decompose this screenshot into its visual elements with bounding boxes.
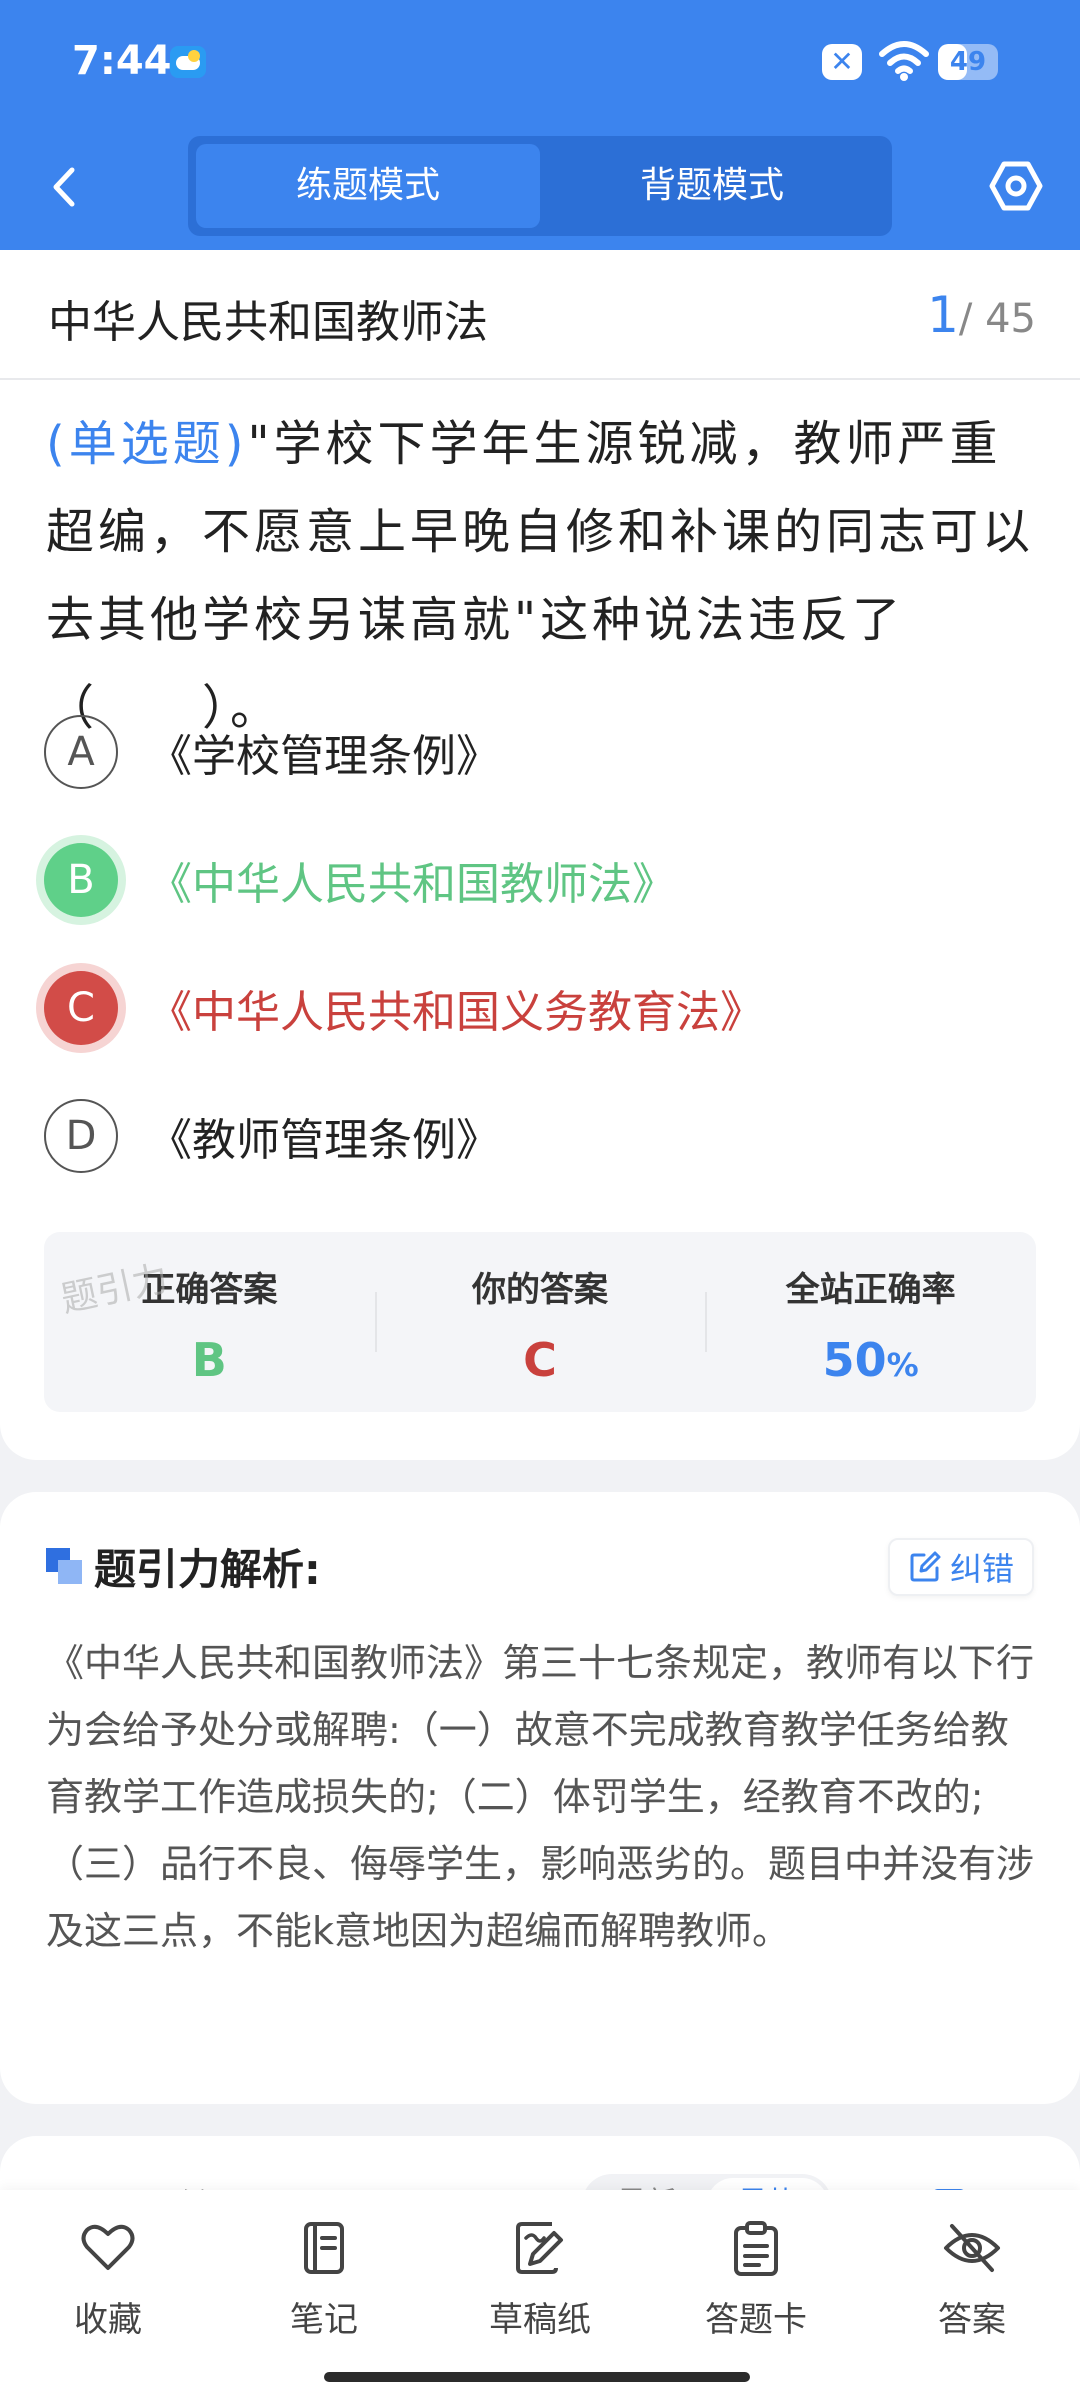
- nav-answer-card-label: 答题卡: [705, 2300, 807, 2340]
- site-correct-rate-value: 50%: [705, 1333, 1036, 1387]
- your-answer: 你的答案 C: [374, 1232, 706, 1412]
- nav-notes[interactable]: 笔记: [216, 2190, 432, 2400]
- section-title: 中华人民共和国教师法: [48, 297, 488, 348]
- question-progress: 1/ 45: [927, 286, 1036, 344]
- bottom-nav: 收藏 笔记 草稿纸 答题卡 答案: [0, 2190, 1080, 2400]
- app-header: 练题模式 背题模式: [0, 126, 1080, 250]
- nav-notes-label: 笔记: [290, 2300, 358, 2340]
- option-text: 《学校管理条例》: [148, 731, 500, 782]
- report-error-button[interactable]: 纠错: [887, 1538, 1034, 1596]
- nav-answer-label: 答案: [938, 2300, 1006, 2340]
- tab-practice-mode[interactable]: 练题模式: [196, 144, 540, 228]
- settings-icon[interactable]: [988, 158, 1044, 214]
- rate-number: 50: [822, 1333, 887, 1387]
- nav-favorite-label: 收藏: [74, 2300, 142, 2340]
- option-text: 《教师管理条例》: [148, 1115, 500, 1166]
- question-text: (单选题)"学校下学年生源锐减，教师严重超编，不愿意上早晚自修和补课的同志可以去…: [46, 400, 1036, 752]
- option-letter: C: [44, 971, 118, 1045]
- draft-pen-icon: [516, 2222, 563, 2274]
- weather-icon: [170, 46, 206, 78]
- current-question-number: 1: [927, 286, 959, 344]
- your-answer-label: 你的答案: [472, 1270, 608, 1310]
- home-indicator: [324, 2372, 750, 2382]
- battery-level: 49: [949, 47, 987, 77]
- site-correct-rate: 全站正确率 50%: [705, 1232, 1036, 1412]
- question-type: (单选题): [46, 416, 248, 472]
- total-questions: / 45: [958, 296, 1036, 342]
- notification-close-icon: ✕: [822, 44, 862, 80]
- nav-answer-card[interactable]: 答题卡: [648, 2190, 864, 2400]
- option-letter: A: [44, 715, 118, 789]
- notebook-icon: [304, 2222, 344, 2274]
- correct-answer-value: B: [191, 1333, 227, 1387]
- heart-icon: [81, 2224, 135, 2270]
- question-header: 中华人民共和国教师法 1/ 45: [0, 250, 1080, 380]
- option-d[interactable]: D 《教师管理条例》: [44, 1098, 1034, 1174]
- option-letter: D: [44, 1099, 118, 1173]
- analysis-text: 《中华人民共和国教师法》第三十七条规定，教师有以下行为会给予处分或解聘:（一）故…: [46, 1641, 1035, 1953]
- nav-favorite[interactable]: 收藏: [0, 2190, 216, 2400]
- answer-summary: 正确答案 B 你的答案 C 全站正确率 50%: [44, 1232, 1036, 1412]
- rate-unit: %: [886, 1346, 919, 1384]
- battery-icon: 49: [938, 44, 998, 80]
- section-squares-icon: [46, 1548, 82, 1584]
- nav-draft[interactable]: 草稿纸: [432, 2190, 648, 2400]
- analysis-title: 题引力解析:: [94, 1545, 321, 1594]
- report-error-label: 纠错: [949, 1550, 1014, 1588]
- correct-answer: 正确答案 B: [44, 1232, 375, 1412]
- question-card: 中华人民共和国教师法 1/ 45 (单选题)"学校下学年生源锐减，教师严重超编，…: [0, 250, 1080, 1460]
- clipboard-icon: [734, 2221, 778, 2276]
- option-letter: B: [44, 843, 118, 917]
- back-icon[interactable]: [42, 162, 92, 212]
- option-a[interactable]: A 《学校管理条例》: [44, 714, 1034, 790]
- tab-review-mode[interactable]: 背题模式: [540, 144, 884, 228]
- status-bar: 7:44 ✕ 49: [0, 0, 1080, 126]
- option-text: 《中华人民共和国义务教育法》: [148, 987, 764, 1038]
- nav-draft-label: 草稿纸: [489, 2300, 591, 2340]
- mode-switch: 练题模式 背题模式: [188, 136, 892, 236]
- edit-icon: [910, 1551, 941, 1582]
- option-b[interactable]: B 《中华人民共和国教师法》: [44, 842, 1034, 918]
- site-correct-rate-label: 全站正确率: [785, 1270, 956, 1310]
- your-answer-value: C: [523, 1333, 557, 1387]
- wifi-icon: [879, 41, 929, 81]
- option-text: 《中华人民共和国教师法》: [148, 859, 676, 910]
- status-time: 7:44: [72, 38, 172, 84]
- analysis-card: 题引力解析: 纠错 《中华人民共和国教师法》第三十七条规定，教师有以下行为会给予…: [0, 1492, 1080, 2104]
- option-c[interactable]: C 《中华人民共和国义务教育法》: [44, 970, 1034, 1046]
- nav-answer[interactable]: 答案: [864, 2190, 1080, 2400]
- eye-off-icon: [944, 2224, 1000, 2272]
